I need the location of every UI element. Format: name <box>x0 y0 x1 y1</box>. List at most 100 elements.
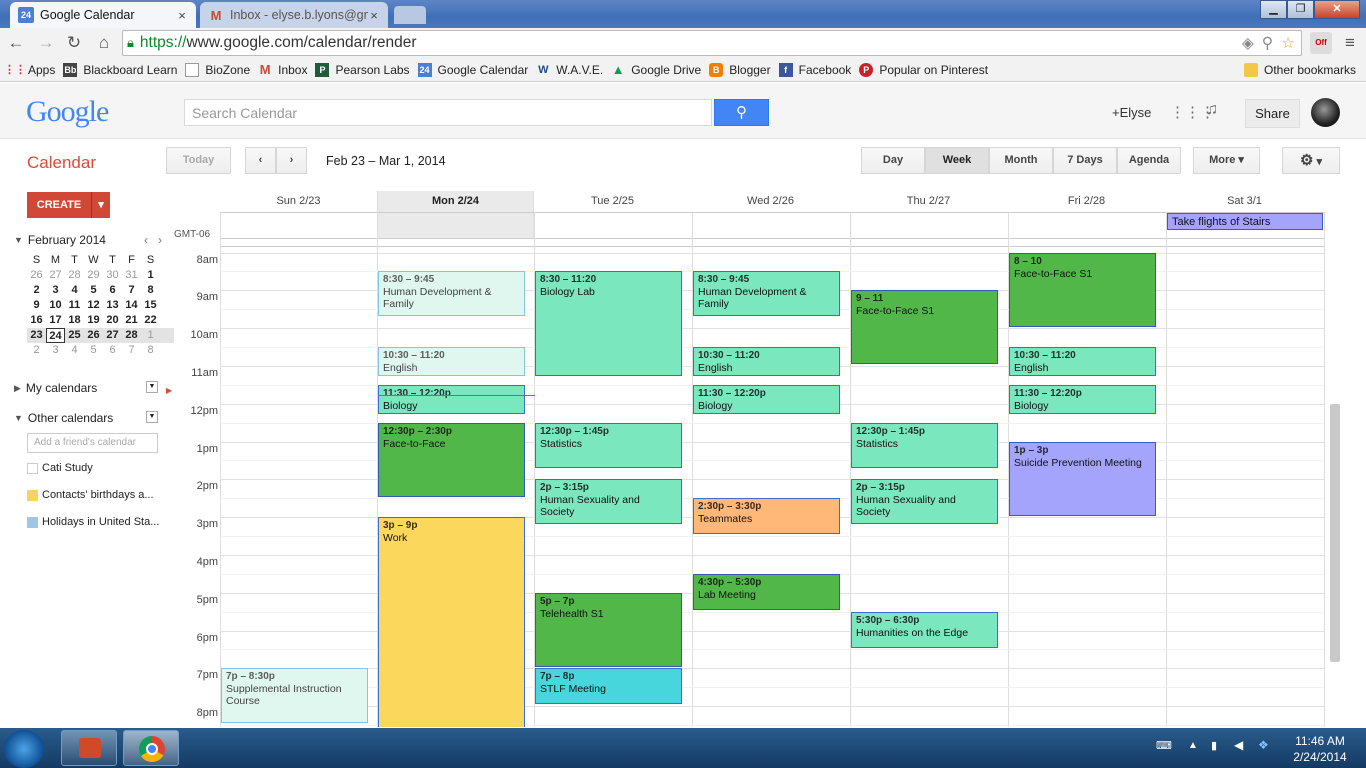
bookmark-pearson[interactable]: P Pearson Labs <box>315 62 410 77</box>
day-header[interactable]: Thu 2/27 <box>850 191 1007 212</box>
my-calendars-header[interactable]: ▶ My calendars <box>14 381 97 395</box>
chevron-right-icon[interactable]: › <box>158 233 162 247</box>
day-header[interactable]: Fri 2/28 <box>1008 191 1165 212</box>
mini-day[interactable]: 28 <box>122 328 141 343</box>
calendar-event[interactable]: 12:30p – 1:45p Statistics <box>535 423 682 468</box>
mini-day[interactable]: 2 <box>27 343 46 358</box>
mini-day[interactable]: 4 <box>65 343 84 358</box>
mini-day[interactable]: 5 <box>84 343 103 358</box>
mini-day[interactable]: 16 <box>27 313 46 328</box>
view-agenda-button[interactable]: Agenda <box>1117 147 1181 174</box>
calendar-event[interactable]: 3p – 9p Work <box>378 517 525 727</box>
home-icon[interactable]: ⌂ <box>94 33 114 53</box>
chevron-left-icon[interactable]: ‹ <box>144 233 148 247</box>
add-friend-input[interactable]: Add a friend's calendar <box>27 433 158 453</box>
calendar-event[interactable]: 12:30p – 1:45p Statistics <box>851 423 998 468</box>
user-link[interactable]: +Elyse <box>1112 105 1151 120</box>
mini-day[interactable]: 17 <box>46 313 65 328</box>
reload-icon[interactable]: ↻ <box>64 33 84 53</box>
extension-icon[interactable]: Off <box>1310 32 1332 54</box>
view-day-button[interactable]: Day <box>861 147 925 174</box>
search-button[interactable]: ⚲ <box>714 99 769 126</box>
calendar-event[interactable]: 5p – 7p Telehealth S1 <box>535 593 682 667</box>
calendar-event[interactable]: 2p – 3:15p Human Sexuality and Society <box>851 479 998 524</box>
calendar-event[interactable]: 11:30 – 12:20p Biology <box>693 385 840 414</box>
calendar-event[interactable]: 7p – 8:30p Supplemental Instruction Cours… <box>221 668 368 723</box>
mini-day[interactable]: 1 <box>141 268 160 283</box>
mini-day[interactable]: 6 <box>103 343 122 358</box>
day-header[interactable]: Mon 2/24 <box>377 191 534 212</box>
calendar-event[interactable]: 11:30 – 12:20p Biology <box>1009 385 1156 414</box>
mini-day[interactable]: 15 <box>141 298 160 313</box>
mini-day[interactable]: 14 <box>122 298 141 313</box>
calendar-event[interactable]: 2:30p – 3:30p Teammates <box>693 498 840 534</box>
scrollbar[interactable] <box>1330 404 1340 662</box>
google-logo[interactable]: Google <box>26 95 109 129</box>
calendar-event[interactable]: 5:30p – 6:30p Humanities on the Edge <box>851 612 998 648</box>
bookmark-blackboard[interactable]: Bb Blackboard Learn <box>63 62 177 77</box>
calendar-event[interactable]: 10:30 – 11:20 English <box>693 347 840 376</box>
bookmark-calendar[interactable]: 24 Google Calendar <box>417 62 528 77</box>
prev-week-button[interactable]: ‹ <box>245 147 276 174</box>
calendar-event[interactable]: 2p – 3:15p Human Sexuality and Society <box>535 479 682 524</box>
mini-day[interactable]: 27 <box>46 268 65 283</box>
bookmark-facebook[interactable]: f Facebook <box>778 62 851 77</box>
avatar[interactable] <box>1311 98 1340 127</box>
calendar-item[interactable]: Contacts' birthdays a... <box>27 489 154 501</box>
close-icon[interactable]: × <box>176 8 188 23</box>
bookmark-wave[interactable]: W W.A.V.E. <box>536 63 603 77</box>
more-button[interactable]: More ▾ <box>1193 147 1260 174</box>
mini-day[interactable]: 6 <box>103 283 122 298</box>
back-icon[interactable]: ← <box>6 33 26 53</box>
dropdown-icon[interactable]: ▼ <box>146 381 158 393</box>
mini-day[interactable]: 26 <box>27 268 46 283</box>
tray-expand-icon[interactable]: ▲ <box>1188 740 1198 751</box>
star-icon[interactable]: ☆ <box>1281 34 1295 53</box>
taskbar-app-icon[interactable] <box>61 730 117 766</box>
close-icon[interactable]: × <box>368 8 380 23</box>
mini-day[interactable]: 19 <box>84 313 103 328</box>
mini-day[interactable]: 1 <box>141 328 160 343</box>
mini-day[interactable]: 26 <box>84 328 103 343</box>
calendar-event[interactable]: 12:30p – 2:30p Face-to-Face <box>378 423 525 497</box>
mini-day[interactable]: 31 <box>122 268 141 283</box>
allday-event[interactable]: Take flights of Stairs <box>1167 213 1323 230</box>
calendar-item[interactable]: Cati Study <box>27 462 93 474</box>
zoom-icon[interactable]: ⚲ <box>1262 34 1273 53</box>
other-bookmarks[interactable]: Other bookmarks <box>1244 62 1356 77</box>
mini-day[interactable]: 3 <box>46 343 65 358</box>
day-header[interactable]: Tue 2/25 <box>534 191 691 212</box>
mini-day[interactable]: 21 <box>122 313 141 328</box>
address-bar[interactable]: 🔒︎ https://www.google.com/calendar/rende… <box>122 30 1302 56</box>
mini-day[interactable]: 10 <box>46 298 65 313</box>
chevron-down-icon[interactable]: ▾ <box>91 192 110 218</box>
mini-day[interactable]: 25 <box>65 328 84 343</box>
calendar-event[interactable]: 7p – 8p STLF Meeting <box>535 668 682 704</box>
bookmark-apps[interactable]: ⋮⋮ Apps <box>4 63 55 77</box>
mini-day[interactable]: 3 <box>46 283 65 298</box>
mini-day[interactable]: 4 <box>65 283 84 298</box>
tab-google-calendar[interactable]: 24 Google Calendar × <box>10 2 196 28</box>
mini-day[interactable]: 29 <box>84 268 103 283</box>
view-7days-button[interactable]: 7 Days <box>1053 147 1117 174</box>
system-clock[interactable]: 11:46 AM 2/24/2014 <box>1285 733 1355 765</box>
mini-day[interactable]: 22 <box>141 313 160 328</box>
mini-day[interactable]: 7 <box>122 283 141 298</box>
forward-icon[interactable]: → <box>36 33 56 53</box>
mini-day[interactable]: 9 <box>27 298 46 313</box>
volume-icon[interactable]: ◀︎ <box>1234 738 1243 752</box>
mini-day[interactable]: 27 <box>103 328 122 343</box>
calendar-event[interactable]: 4:30p – 5:30p Lab Meeting <box>693 574 840 610</box>
mini-day[interactable]: 30 <box>103 268 122 283</box>
bookmark-biozone[interactable]: BioZone <box>185 62 250 77</box>
settings-button[interactable]: ⚙ ▾ <box>1282 147 1340 174</box>
calendar-event[interactable]: 8 – 10 Face-to-Face S1 <box>1009 253 1156 327</box>
mini-day[interactable]: 12 <box>84 298 103 313</box>
create-button[interactable]: CREATE ▾ <box>27 192 110 218</box>
chrome-icon[interactable] <box>123 730 179 766</box>
search-input[interactable]: Search Calendar <box>184 99 712 126</box>
bookmark-blogger[interactable]: B Blogger <box>709 62 771 77</box>
bookmark-inbox[interactable]: M Inbox <box>258 62 308 77</box>
bookmark-pinterest[interactable]: P Popular on Pinterest <box>859 62 988 77</box>
keyboard-icon[interactable]: ⌨ <box>1156 739 1172 752</box>
